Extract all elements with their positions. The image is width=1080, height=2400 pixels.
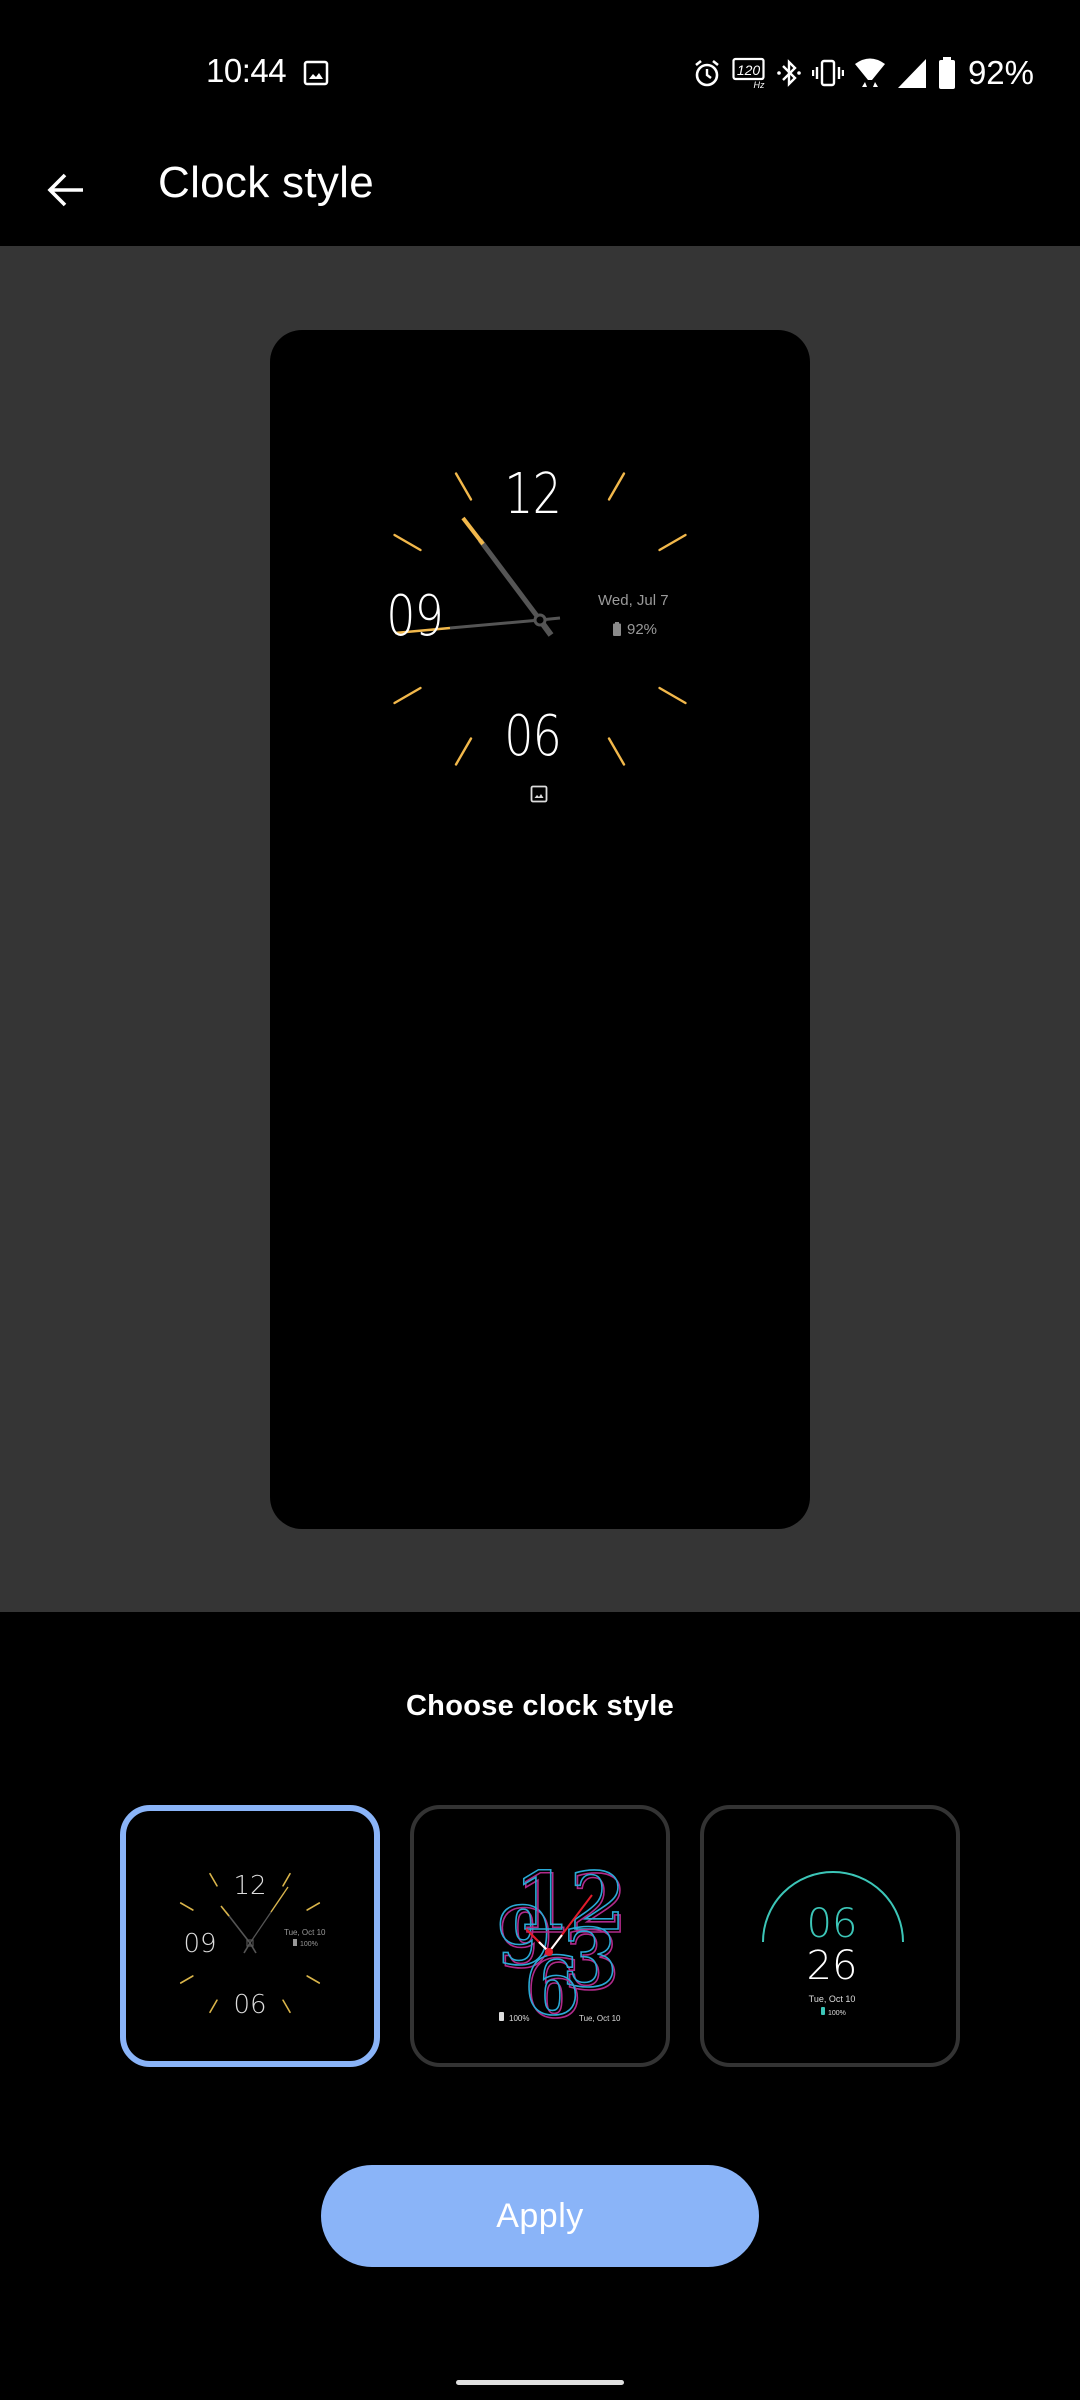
thumb-battery: 100% <box>300 1941 318 1948</box>
digital-minute: 26 <box>807 1943 858 1989</box>
status-icons: 120 Hz 92% <box>692 54 1034 91</box>
cellular-signal-icon <box>896 57 928 89</box>
alarm-icon <box>692 58 722 88</box>
bluetooth-icon <box>776 57 802 89</box>
tick-mark <box>393 686 422 705</box>
refresh-rate-120hz-icon: 120 Hz <box>732 57 766 89</box>
app-bar: Clock style <box>0 140 1080 246</box>
hour-hand-tip <box>461 516 485 546</box>
clock-preview-frame: 12 09 06 Wed, Jul 7 92% <box>270 330 810 1529</box>
tick-mark <box>282 1999 291 2014</box>
battery-percent: 92% <box>967 54 1034 91</box>
thumb-numeral-12: 12 <box>233 1871 266 1901</box>
neon-battery: 100% <box>509 2014 529 2023</box>
preview-battery: 92% <box>627 621 658 638</box>
clock-style-option-neon[interactable]: 9 9 12 12 3 3 6 6 100% Tue, Oct 10 <box>410 1805 670 2067</box>
numeral-09: 09 <box>386 584 444 649</box>
apply-button[interactable]: Apply <box>321 2165 759 2267</box>
numeral-12: 12 <box>504 462 562 527</box>
gallery-icon <box>303 60 329 86</box>
status-time: 10:44 <box>206 52 287 89</box>
hour-hand <box>478 538 542 622</box>
minute-hand <box>449 618 541 630</box>
thumb-numeral-09: 09 <box>183 1929 216 1959</box>
clock-center-pin <box>533 613 547 627</box>
battery-icon <box>613 622 621 641</box>
digital-date: Tue, Oct 10 <box>809 1994 856 2004</box>
digital-battery: 100% <box>828 2010 846 2017</box>
tick-mark <box>179 1975 194 1984</box>
analog-thumbnail: 12 09 06 Tue, Oct 10 100% <box>179 1871 326 2020</box>
tick-mark <box>607 737 626 766</box>
thumb-numeral-06: 06 <box>233 1990 266 2020</box>
numeral-06: 06 <box>504 704 562 769</box>
gesture-nav-handle[interactable] <box>456 2380 624 2385</box>
neon-date: Tue, Oct 10 <box>579 2014 621 2023</box>
preview-analog-clock: 12 09 06 Wed, Jul 7 92% <box>270 330 810 830</box>
digital-hour: 06 <box>807 1901 858 1947</box>
svg-text:Hz: Hz <box>753 80 764 89</box>
battery-icon <box>938 57 956 89</box>
tick-mark <box>454 737 473 766</box>
wifi-icon <box>854 57 886 89</box>
tick-mark <box>658 533 687 552</box>
tick-mark <box>209 1872 218 1887</box>
back-button[interactable] <box>36 160 96 220</box>
tick-mark <box>209 1999 218 2014</box>
clock-style-options: 12 09 06 Tue, Oct 10 100% 9 9 12 12 3 3 … <box>0 1805 1080 2070</box>
svg-text:120: 120 <box>737 62 761 78</box>
tick-mark <box>454 472 473 501</box>
choose-clock-style-heading: Choose clock style <box>405 1690 675 1722</box>
thumb-date: Tue, Oct 10 <box>284 1928 326 1937</box>
tick-mark <box>393 533 422 552</box>
clock-style-option-analog[interactable]: 12 09 06 Tue, Oct 10 100% <box>120 1805 380 2067</box>
digital-thumbnail: 06 26 Tue, Oct 10 100% <box>762 1871 904 2017</box>
status-bar: 10:44 120 Hz 92% <box>0 0 1080 140</box>
page-title: Clock style <box>158 158 375 207</box>
tick-mark <box>282 1872 291 1887</box>
vibrate-icon <box>811 58 844 88</box>
tick-mark <box>306 1902 321 1911</box>
arrow-back-icon <box>47 173 83 207</box>
gallery-icon <box>530 785 548 808</box>
neon-thumbnail: 9 9 12 12 3 3 6 6 100% Tue, Oct 10 <box>495 1853 628 2037</box>
clock-style-option-digital[interactable]: 06 26 Tue, Oct 10 100% <box>700 1805 960 2067</box>
tick-mark <box>607 472 626 501</box>
tick-mark <box>306 1975 321 1984</box>
tick-mark <box>658 686 687 705</box>
clock-preview-area: 12 09 06 Wed, Jul 7 92% <box>0 246 1080 1612</box>
tick-mark <box>179 1902 194 1911</box>
preview-date: Wed, Jul 7 <box>598 592 669 609</box>
